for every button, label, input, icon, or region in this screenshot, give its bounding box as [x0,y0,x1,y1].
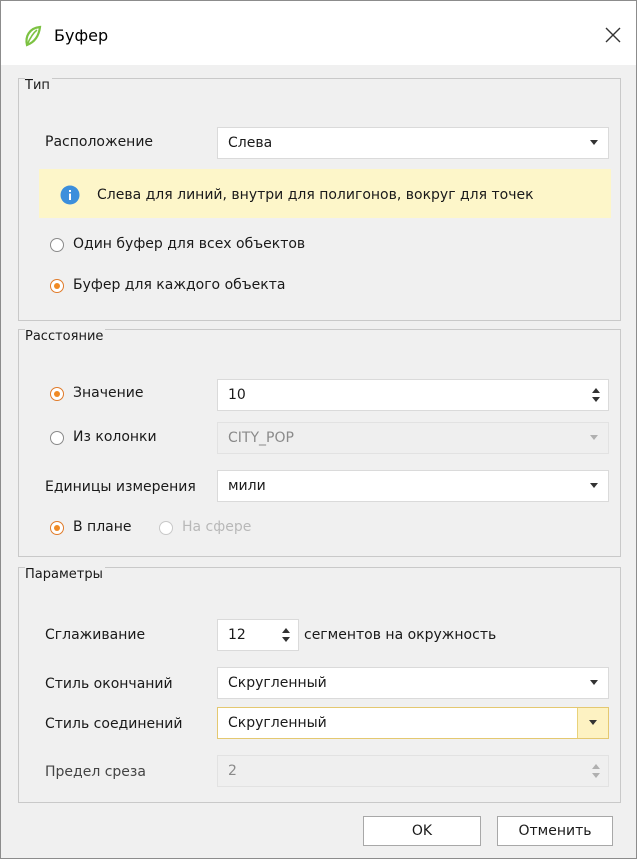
chevron-down-icon [590,435,598,440]
smoothing-label: Сглаживание [45,627,146,643]
cancel-button[interactable]: Отменить [497,816,613,846]
spinner-arrows-icon [592,388,600,402]
title-bar: Буфер [1,1,636,65]
column-select[interactable]: CITY_POP [217,422,609,454]
chevron-down-icon [590,140,598,145]
miter-limit-value: 2 [228,763,237,779]
end-style-select[interactable]: Скругленный [217,667,609,699]
radio-single-buffer[interactable] [50,238,64,252]
type-group-label: Тип [25,78,52,93]
miter-limit-label: Предел среза [45,764,146,780]
smoothing-value: 12 [228,627,246,643]
params-group-label: Параметры [25,567,105,582]
radio-sphere-label: На сфере [182,519,252,535]
radio-each-buffer-label: Буфер для каждого объекта [73,277,286,293]
location-value: Слева [228,135,273,151]
smoothing-spinner[interactable]: 12 [217,619,299,651]
radio-value-label: Значение [73,385,144,401]
leaf-icon [25,25,42,47]
chevron-down-icon [590,680,598,685]
radio-value[interactable] [50,387,64,401]
distance-value: 10 [228,387,246,403]
distance-value-spinner[interactable]: 10 [217,379,609,411]
units-select[interactable]: мили [217,470,609,502]
join-style-value: Скругленный [228,715,327,731]
column-value: CITY_POP [228,430,294,446]
units-label: Единицы измерения [45,479,196,495]
end-style-value: Скругленный [228,675,327,691]
dropdown-button[interactable] [577,708,608,738]
radio-from-column-label: Из колонки [73,429,157,445]
smoothing-suffix: сегментов на окружность [304,627,497,643]
spinner-arrows-icon [592,764,600,778]
info-icon [60,185,80,205]
location-select[interactable]: Слева [217,127,609,159]
close-icon[interactable] [599,21,627,49]
radio-plane-label: В плане [73,519,132,535]
radio-from-column[interactable] [50,431,64,445]
info-text: Слева для линий, внутри для полигонов, в… [97,187,534,203]
radio-single-buffer-label: Один буфер для всех объектов [73,236,306,252]
join-style-label: Стиль соединений [45,716,183,732]
chevron-down-icon [590,483,598,488]
units-value: мили [228,478,266,494]
chevron-down-icon [589,720,597,725]
distance-group-label: Расстояние [25,329,106,344]
info-hint: Слева для линий, внутри для полигонов, в… [39,169,611,218]
buffer-dialog: Буфер Тип Расположение Слева Слева для л… [0,0,637,859]
end-style-label: Стиль окончаний [45,676,173,692]
spinner-arrows-icon [282,628,290,642]
radio-sphere[interactable] [159,521,173,535]
radio-plane[interactable] [50,521,64,535]
join-style-select[interactable]: Скругленный [217,707,609,739]
ok-button[interactable]: OK [363,816,481,846]
location-label: Расположение [45,134,154,150]
miter-limit-spinner[interactable]: 2 [217,755,609,787]
window-title: Буфер [54,26,109,45]
radio-each-buffer[interactable] [50,279,64,293]
